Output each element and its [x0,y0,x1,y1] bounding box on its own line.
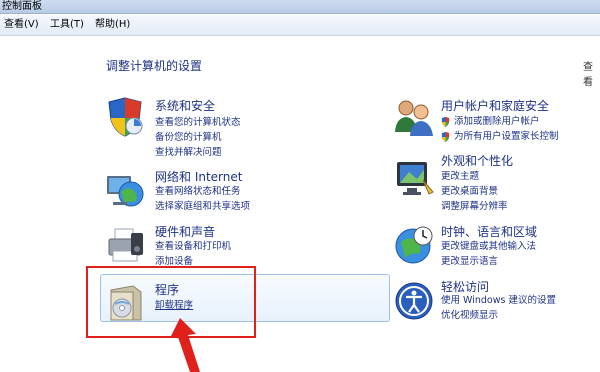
link-add-remove-users[interactable]: 添加或删除用户帐户 [454,116,540,128]
link-troubleshoot[interactable]: 查找并解决问题 [155,147,222,159]
link-screen-resolution[interactable]: 调整屏幕分辨率 [441,201,508,213]
menu-view[interactable]: 查看(V) [4,18,39,32]
menu-help[interactable]: 帮助(H) [95,18,130,32]
clock-globe-icon [395,226,433,264]
link-display-language[interactable]: 更改显示语言 [441,256,498,268]
category-title-appearance[interactable]: 外观和个性化 [441,154,513,168]
link-desktop-background[interactable]: 更改桌面背景 [441,186,498,198]
page-title: 调整计算机的设置 [106,59,203,73]
link-view-status[interactable]: 查看您的计算机状态 [155,117,241,129]
globe-network-icon [107,176,144,207]
category-title-hardware[interactable]: 硬件和声音 [155,225,215,239]
category-title-system[interactable]: 系统和安全 [155,99,215,113]
link-keyboard-input[interactable]: 更改键盘或其他输入法 [441,241,536,253]
view-by-label[interactable]: 查看 [583,58,600,88]
link-backup[interactable]: 备份您的计算机 [155,132,222,144]
category-title-ease[interactable]: 轻松访问 [441,280,489,294]
users-icon [395,100,433,136]
uac-shield-icon [441,132,450,142]
menu-bar: 查看(V) 工具(T) 帮助(H) [0,15,600,36]
link-network-status[interactable]: 查看网络状态和任务 [155,186,241,198]
menu-tools[interactable]: 工具(T) [50,18,84,32]
monitor-icon [397,162,434,195]
category-title-clock[interactable]: 时钟、语言和区域 [441,225,537,239]
link-parental-controls[interactable]: 为所有用户设置家长控制 [454,131,559,143]
link-optimize-video[interactable]: 优化视频显示 [441,310,498,322]
category-title-users[interactable]: 用户帐户和家庭安全 [441,99,549,113]
shield-icon [108,97,143,137]
uac-shield-icon [441,117,450,127]
category-title-network[interactable]: 网络和 Internet [155,170,242,184]
printer-icon [108,228,143,262]
window-title: 控制面板 [2,1,42,12]
window-titlebar: 控制面板 [0,0,600,14]
link-change-theme[interactable]: 更改主题 [441,171,479,183]
link-homegroup[interactable]: 选择家庭组和共享选项 [155,201,250,213]
ease-of-access-icon [395,282,433,320]
annotation-arrow-icon [170,318,200,372]
link-devices-printers[interactable]: 查看设备和打印机 [155,241,231,253]
link-windows-suggested[interactable]: 使用 Windows 建议的设置 [441,295,556,307]
